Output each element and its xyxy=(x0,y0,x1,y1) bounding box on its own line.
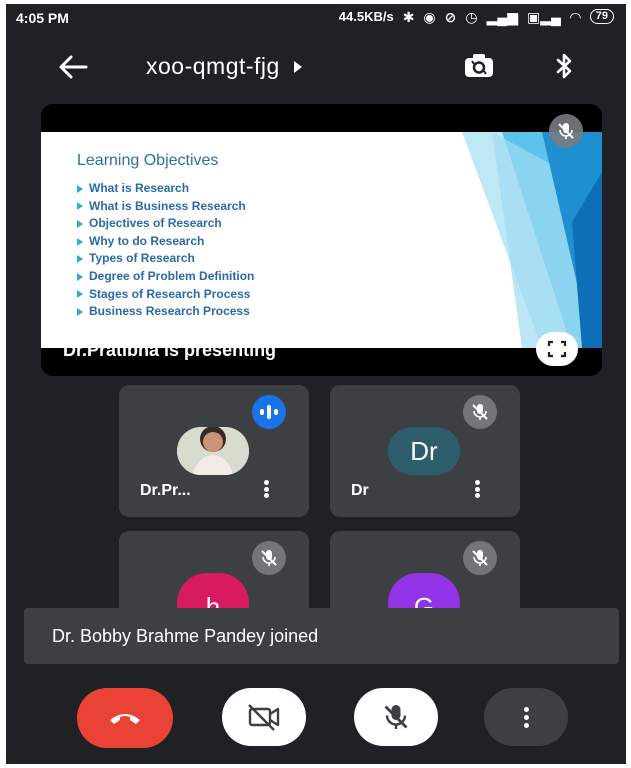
alarm-status-icon: ◷ xyxy=(465,8,478,25)
end-call-icon xyxy=(110,714,140,724)
mic-toggle-button[interactable] xyxy=(354,688,438,746)
avatar xyxy=(177,427,249,475)
meet-screen: 4:05 PM 44.5KB/s ✱ ◉ ⊘ ◷ ▂▄▆ ▣▂▄ ◠ 79 xo… xyxy=(6,4,626,764)
more-vert-icon[interactable] xyxy=(470,477,484,501)
toast-message: Dr. Bobby Brahme Pandey joined xyxy=(52,625,319,646)
more-vert-icon[interactable] xyxy=(259,477,273,501)
bluetooth-icon[interactable] xyxy=(552,51,576,81)
mic-off-icon xyxy=(463,541,497,575)
slide-list-item: What is Research xyxy=(77,180,254,198)
camera-off-icon xyxy=(248,704,280,731)
speaking-indicator-icon xyxy=(252,395,286,429)
slide-list-item: Degree of Problem Definition xyxy=(77,268,254,286)
end-call-button[interactable] xyxy=(77,688,173,748)
participant-name: Dr xyxy=(351,482,369,499)
participant-tile[interactable]: Dr.Pr... xyxy=(119,385,309,517)
slide-list-item: Types of Research xyxy=(77,250,254,268)
slide-list: What is Research What is Business Resear… xyxy=(77,180,254,321)
meeting-title[interactable]: xoo-qmgt-fjg xyxy=(146,53,302,80)
mic-off-icon xyxy=(252,541,286,575)
slide-title: Learning Objectives xyxy=(77,152,219,169)
slide-list-item: What is Business Research xyxy=(77,198,254,216)
fullscreen-icon[interactable] xyxy=(536,332,578,366)
slide-list-item: Objectives of Research xyxy=(77,215,254,233)
presentation-view[interactable]: Learning Objectives What is Research Wha… xyxy=(41,104,602,376)
participant-name: Dr.Pr... xyxy=(140,482,191,499)
slide-list-item: Stages of Research Process xyxy=(77,286,254,304)
slide-list-item: Business Research Process xyxy=(77,303,254,321)
camera-switch-icon[interactable] xyxy=(462,51,496,81)
status-time: 4:05 PM xyxy=(16,10,69,26)
volte-signal-icon: ▣▂▄ xyxy=(527,8,561,25)
mic-off-icon xyxy=(463,395,497,429)
join-toast: Dr. Bobby Brahme Pandey joined xyxy=(24,608,619,664)
camera-toggle-button[interactable] xyxy=(222,688,306,746)
chevron-right-icon xyxy=(293,60,302,73)
avatar: Dr xyxy=(388,427,460,475)
status-icons: 44.5KB/s ✱ ◉ ⊘ ◷ ▂▄▆ ▣▂▄ ◠ 79 xyxy=(339,9,614,24)
signal-icon: ▂▄▆ xyxy=(486,8,519,25)
bluetooth-status-icon: ✱ xyxy=(402,8,415,25)
participant-tile[interactable]: Dr Dr xyxy=(330,385,520,517)
back-arrow-icon[interactable] xyxy=(56,52,90,82)
top-bar: xoo-qmgt-fjg xyxy=(6,48,626,88)
toggle-status-icon: ◉ xyxy=(423,8,436,25)
meeting-code: xoo-qmgt-fjg xyxy=(146,53,280,79)
status-bar: 4:05 PM 44.5KB/s ✱ ◉ ⊘ ◷ ▂▄▆ ▣▂▄ ◠ 79 xyxy=(6,4,626,30)
more-vert-icon xyxy=(523,706,529,728)
presenter-label: Dr.Pratibha is presenting xyxy=(63,340,277,360)
more-options-button[interactable] xyxy=(484,688,568,746)
mic-off-icon xyxy=(384,705,408,729)
slide-decoration xyxy=(462,132,602,348)
wifi-icon: ◠ xyxy=(569,8,581,25)
mic-off-icon xyxy=(549,114,583,148)
network-speed: 44.5KB/s xyxy=(338,9,394,24)
battery-icon: 79 xyxy=(589,9,614,24)
shared-slide: Learning Objectives What is Research Wha… xyxy=(41,132,602,348)
dnd-status-icon: ⊘ xyxy=(444,8,457,25)
slide-list-item: Why to do Research xyxy=(77,233,254,251)
